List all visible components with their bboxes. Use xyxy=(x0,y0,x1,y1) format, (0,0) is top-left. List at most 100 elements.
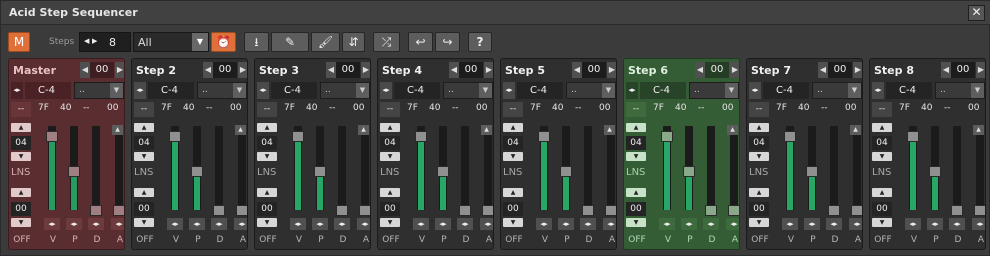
step-number-value[interactable]: 00 xyxy=(213,62,237,78)
v-slider[interactable] xyxy=(169,126,181,210)
a-slider[interactable] xyxy=(482,126,493,216)
corner-toggle-icon[interactable]: ▲ xyxy=(604,125,615,135)
a-slider-thumb[interactable] xyxy=(236,205,247,216)
step-next-icon[interactable]: ▶ xyxy=(730,62,739,78)
offset-value[interactable]: 00 xyxy=(257,202,277,216)
step-number-value[interactable]: 00 xyxy=(828,62,852,78)
d-slider[interactable] xyxy=(336,126,348,216)
d-slider-thumb[interactable] xyxy=(705,205,717,216)
mode-select[interactable]: .. ▼ xyxy=(812,82,862,99)
p-slider[interactable] xyxy=(683,126,695,210)
step-next-icon[interactable]: ▶ xyxy=(853,62,862,78)
step-next-icon[interactable]: ▶ xyxy=(607,62,616,78)
lr-button-2[interactable]: ◂▸ xyxy=(826,218,842,230)
note-value[interactable]: C-4 xyxy=(640,82,686,99)
corner-toggle-icon[interactable]: ▲ xyxy=(727,125,738,135)
lr-button-1[interactable]: ◂▸ xyxy=(804,218,820,230)
step-prev-icon[interactable]: ◀ xyxy=(818,62,828,78)
chevron-down-icon[interactable]: ▼ xyxy=(192,33,208,51)
step-next-icon[interactable]: ▶ xyxy=(976,62,985,78)
a-slider[interactable] xyxy=(236,126,247,216)
a-slider[interactable] xyxy=(974,126,985,216)
step-next-icon[interactable]: ▶ xyxy=(484,62,493,78)
step-prev-icon[interactable]: ◀ xyxy=(941,62,951,78)
gate-value[interactable]: 04 xyxy=(257,136,277,150)
lr-button-1[interactable]: ◂▸ xyxy=(558,218,574,230)
step-prev-icon[interactable]: ◀ xyxy=(80,62,90,78)
note-value[interactable]: C-4 xyxy=(271,82,317,99)
chevron-down-icon[interactable]: ▼ xyxy=(110,83,123,98)
p-slider[interactable] xyxy=(191,126,203,210)
alarm-button[interactable]: ⏰ xyxy=(211,32,236,52)
p-slider-thumb[interactable] xyxy=(560,166,572,177)
param-dash[interactable]: -- xyxy=(380,102,400,117)
gate-value[interactable]: 04 xyxy=(380,136,400,150)
note-value[interactable]: C-4 xyxy=(394,82,440,99)
v-slider-thumb[interactable] xyxy=(661,131,673,142)
offset-value[interactable]: 00 xyxy=(749,202,769,216)
v-slider[interactable] xyxy=(784,126,796,210)
lr-button-2[interactable]: ◂▸ xyxy=(703,218,719,230)
step-prev-icon[interactable]: ◀ xyxy=(572,62,582,78)
v-slider-thumb[interactable] xyxy=(907,131,919,142)
offset-up-icon[interactable]: ▲ xyxy=(872,188,892,197)
note-value[interactable]: C-4 xyxy=(886,82,932,99)
note-stepper-icon[interactable]: ◂▸ xyxy=(11,82,23,99)
gate-value[interactable]: 04 xyxy=(872,136,892,150)
chevron-down-icon[interactable]: ▼ xyxy=(233,83,246,98)
lr-button-1[interactable]: ◂▸ xyxy=(681,218,697,230)
p-slider[interactable] xyxy=(929,126,941,210)
p-slider[interactable] xyxy=(68,126,80,210)
chevron-down-icon[interactable]: ▼ xyxy=(602,83,615,98)
offset-down-icon[interactable]: ▼ xyxy=(626,218,646,227)
lr-button-0[interactable]: ◂▸ xyxy=(905,218,921,230)
d-slider-thumb[interactable] xyxy=(582,205,594,216)
note-stepper-icon[interactable]: ◂▸ xyxy=(626,82,638,99)
gate-down-icon[interactable]: ▼ xyxy=(11,152,31,161)
note-stepper-icon[interactable]: ◂▸ xyxy=(503,82,515,99)
step-number-value[interactable]: 00 xyxy=(582,62,606,78)
d-slider-thumb[interactable] xyxy=(951,205,963,216)
offset-value[interactable]: 00 xyxy=(503,202,523,216)
lr-button-2[interactable]: ◂▸ xyxy=(457,218,473,230)
mode-select[interactable]: .. ▼ xyxy=(443,82,493,99)
corner-toggle-icon[interactable]: ▲ xyxy=(358,125,369,135)
gate-up-icon[interactable]: ▲ xyxy=(380,123,400,132)
chevron-down-icon[interactable]: ▼ xyxy=(725,83,738,98)
steps-increment-icon[interactable]: ▶ xyxy=(92,37,97,45)
steps-decrement-icon[interactable]: ◀ xyxy=(84,37,89,45)
step-prev-icon[interactable]: ◀ xyxy=(449,62,459,78)
d-slider-thumb[interactable] xyxy=(213,205,225,216)
lr-button-3[interactable]: ◂▸ xyxy=(357,218,370,230)
lr-button-3[interactable]: ◂▸ xyxy=(726,218,739,230)
pattern-select[interactable]: All ▼ xyxy=(133,32,209,52)
gate-down-icon[interactable]: ▼ xyxy=(380,152,400,161)
v-slider[interactable] xyxy=(661,126,673,210)
gate-value[interactable]: 04 xyxy=(626,136,646,150)
note-value[interactable]: C-4 xyxy=(25,82,71,99)
p-slider-thumb[interactable] xyxy=(68,166,80,177)
offset-value[interactable]: 00 xyxy=(872,202,892,216)
note-value[interactable]: C-4 xyxy=(763,82,809,99)
gate-value[interactable]: 04 xyxy=(503,136,523,150)
lr-button-2[interactable]: ◂▸ xyxy=(949,218,965,230)
gate-up-icon[interactable]: ▲ xyxy=(134,123,154,132)
offset-up-icon[interactable]: ▲ xyxy=(134,188,154,197)
d-slider[interactable] xyxy=(459,126,471,216)
p-slider-thumb[interactable] xyxy=(806,166,818,177)
step-next-icon[interactable]: ▶ xyxy=(115,62,124,78)
v-slider-thumb[interactable] xyxy=(415,131,427,142)
offset-down-icon[interactable]: ▼ xyxy=(749,218,769,227)
d-slider-thumb[interactable] xyxy=(828,205,840,216)
lr-button-0[interactable]: ◂▸ xyxy=(167,218,183,230)
d-slider[interactable] xyxy=(705,126,717,216)
lr-button-0[interactable]: ◂▸ xyxy=(413,218,429,230)
lr-button-2[interactable]: ◂▸ xyxy=(334,218,350,230)
lr-button-0[interactable]: ◂▸ xyxy=(536,218,552,230)
gate-up-icon[interactable]: ▲ xyxy=(503,123,523,132)
p-slider-thumb[interactable] xyxy=(314,166,326,177)
note-stepper-icon[interactable]: ◂▸ xyxy=(872,82,884,99)
mode-select[interactable]: .. ▼ xyxy=(320,82,370,99)
d-slider-thumb[interactable] xyxy=(90,205,102,216)
corner-toggle-icon[interactable]: ▲ xyxy=(235,125,246,135)
